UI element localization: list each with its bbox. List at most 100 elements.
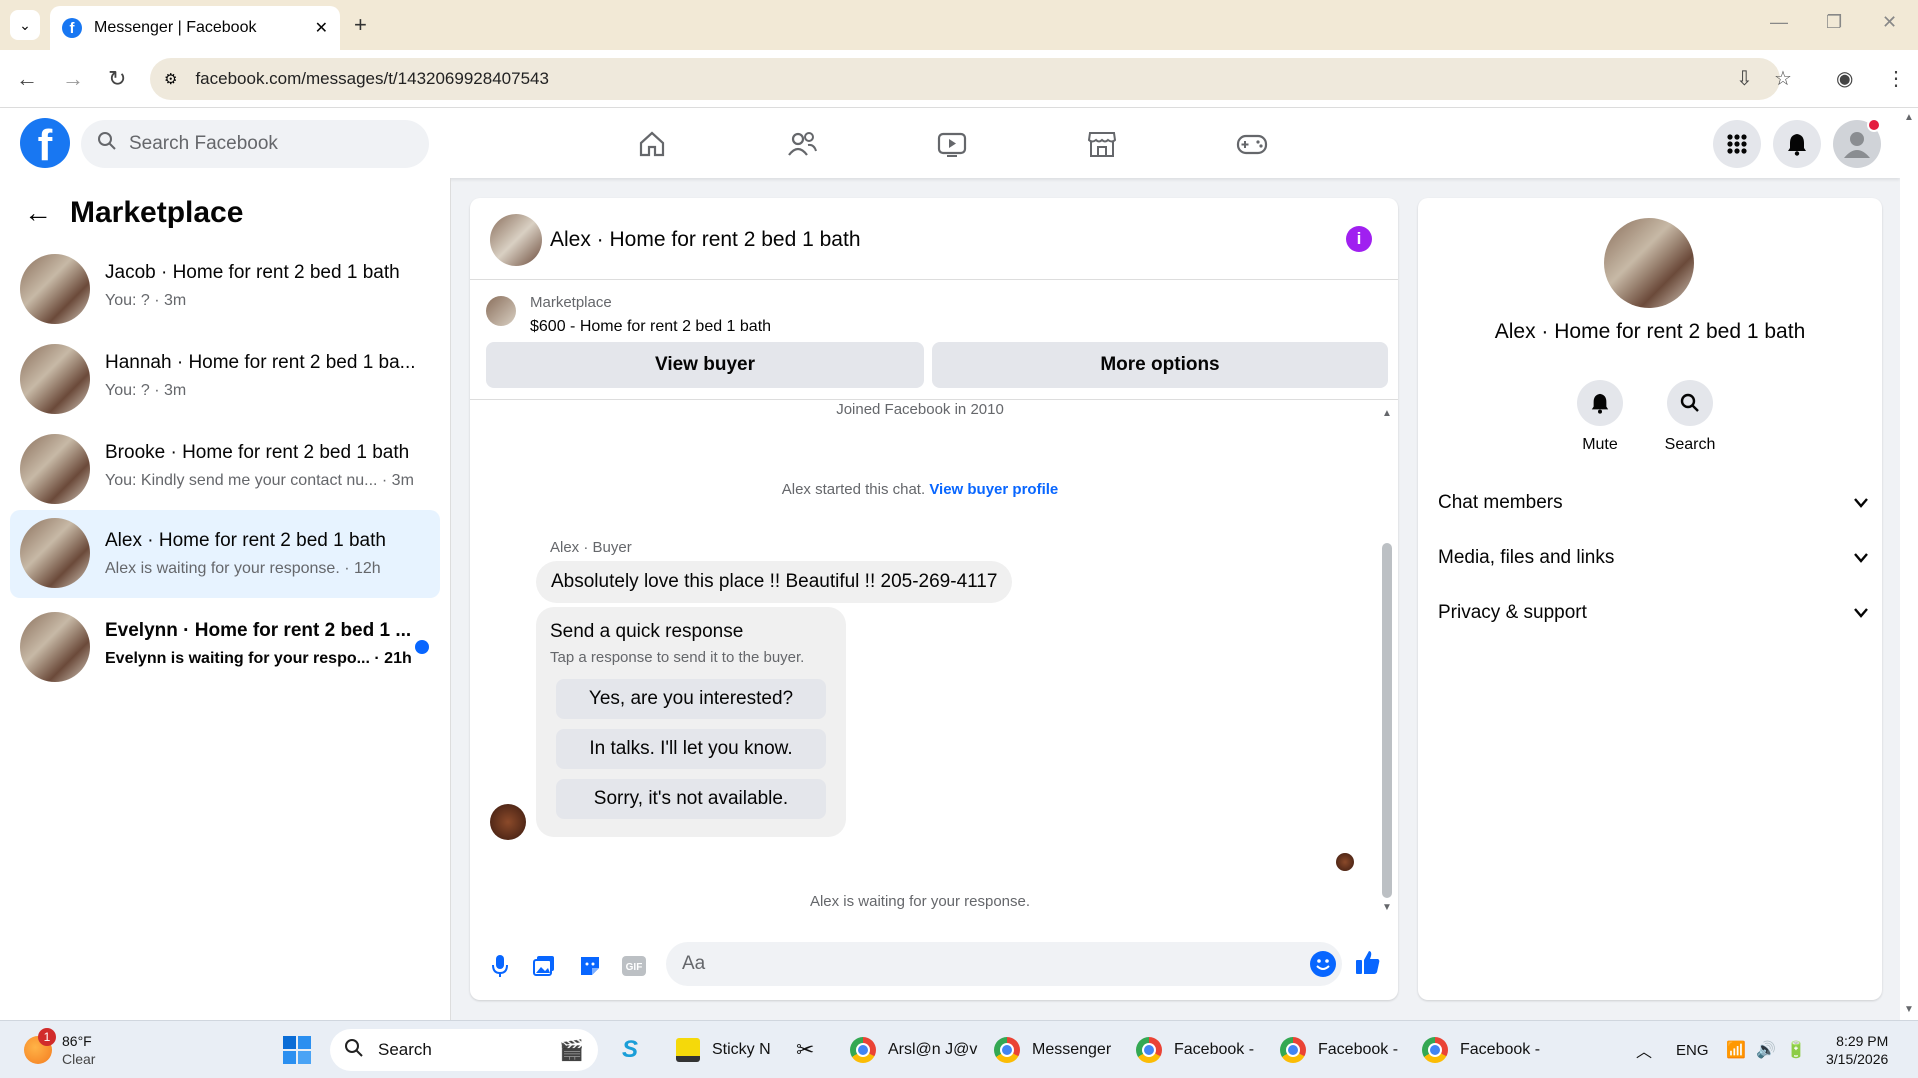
chevron-down-icon: ⌄ — [19, 16, 31, 33]
listing-avatar — [20, 434, 90, 504]
chevron-up-icon[interactable]: ︿ — [1636, 1029, 1652, 1071]
close-tab-icon[interactable]: ✕ — [315, 18, 328, 38]
quick-response-button[interactable]: In talks. I'll let you know. — [556, 729, 826, 769]
quick-response-subtitle: Tap a response to send it to the buyer. — [550, 649, 805, 666]
taskbar-app-label: Arsl@n J@v — [888, 1041, 978, 1058]
taskbar-app-sticky-notes[interactable]: Sticky N — [676, 1029, 771, 1071]
marketplace-label: Marketplace — [530, 294, 612, 311]
new-tab-button[interactable]: + — [354, 12, 367, 38]
microphone-icon[interactable] — [486, 952, 514, 980]
sticker-icon[interactable] — [576, 952, 604, 980]
conversation-name: Alex · Home for rent 2 bed 1 bath — [105, 530, 386, 551]
conversation-item[interactable]: Evelynn · Home for rent 2 bed 1 ... Evel… — [10, 602, 440, 690]
taskbar-app-facebook[interactable]: Facebook - — [1280, 1029, 1398, 1071]
conversation-item[interactable]: Jacob · Home for rent 2 bed 1 bath You: … — [10, 244, 440, 332]
close-window-button[interactable]: ✕ — [1882, 12, 1897, 33]
menu-grid-icon[interactable] — [1713, 120, 1761, 168]
snipping-tool-icon[interactable]: ✂ — [796, 1029, 814, 1071]
mute-action[interactable]: Mute — [1560, 380, 1640, 454]
chat-members-section[interactable]: Chat members — [1438, 492, 1868, 514]
thread-scrollbar[interactable]: ▲ ▼ — [1382, 408, 1392, 914]
scroll-down-icon[interactable]: ▼ — [1904, 1004, 1914, 1015]
bookmark-star-icon[interactable]: ☆ — [1774, 66, 1792, 91]
friends-icon[interactable] — [784, 128, 820, 160]
watch-video-icon[interactable] — [934, 128, 970, 160]
taskbar-app-facebook[interactable]: Facebook - — [1422, 1029, 1540, 1071]
search-icon[interactable] — [1667, 380, 1713, 426]
browser-menu-icon[interactable]: ⋮ — [1886, 66, 1906, 91]
emoji-icon[interactable] — [1310, 951, 1336, 977]
quick-response-button[interactable]: Sorry, it's not available. — [556, 779, 826, 819]
reload-button[interactable]: ↻ — [108, 66, 126, 92]
search-action[interactable]: Search — [1650, 380, 1730, 454]
account-avatar[interactable] — [1833, 118, 1881, 168]
facebook-favicon-icon: f — [62, 18, 82, 38]
message-input[interactable] — [666, 942, 1342, 986]
chrome-icon — [1136, 1037, 1162, 1063]
taskbar-app-facebook[interactable]: Facebook - — [1136, 1029, 1254, 1071]
message-composer: GIF — [470, 938, 1398, 998]
scroll-down-icon[interactable]: ▼ — [1382, 902, 1392, 913]
facebook-logo-icon[interactable]: f — [20, 118, 70, 168]
more-options-button[interactable]: More options — [932, 342, 1388, 388]
details-avatar[interactable] — [1604, 218, 1694, 308]
omnibox[interactable]: ⚙ facebook.com/messages/t/14320699284075… — [150, 58, 1780, 100]
site-info-icon[interactable]: ⚙ — [164, 70, 177, 88]
mute-label: Mute — [1582, 436, 1618, 453]
clock[interactable]: 8:29 PM 3/15/2026 — [1826, 1029, 1888, 1071]
home-icon[interactable] — [634, 128, 670, 160]
chat-title[interactable]: Alex · Home for rent 2 bed 1 bath — [550, 228, 861, 252]
listing-thumbnail[interactable] — [486, 296, 516, 326]
search-input[interactable]: Search Facebook — [129, 133, 278, 155]
facebook-search[interactable]: Search Facebook — [81, 120, 429, 168]
volume-icon[interactable]: 🔊 — [1756, 1029, 1776, 1071]
wifi-icon[interactable]: 📶 — [1726, 1029, 1746, 1071]
bell-icon[interactable] — [1577, 380, 1623, 426]
conversation-snippet: Alex is waiting for your response. · 12h — [105, 560, 381, 577]
thumbs-up-icon[interactable] — [1354, 948, 1382, 976]
restore-button[interactable]: ❐ — [1826, 12, 1842, 33]
weather-widget[interactable]: 1 86°F Clear — [24, 1028, 95, 1071]
install-app-icon[interactable]: ⇩ — [1736, 66, 1753, 91]
start-button[interactable] — [282, 1029, 312, 1071]
photo-icon[interactable] — [530, 952, 558, 980]
scroll-thumb[interactable] — [1382, 543, 1392, 898]
back-button[interactable]: ← — [16, 66, 38, 92]
minimize-button[interactable]: — — [1770, 12, 1788, 33]
scroll-up-icon[interactable]: ▲ — [1904, 112, 1914, 123]
view-buyer-button[interactable]: View buyer — [486, 342, 924, 388]
message-bubble[interactable]: Absolutely love this place !! Beautiful … — [536, 561, 1013, 603]
media-files-section[interactable]: Media, files and links — [1438, 547, 1868, 569]
surfshark-app-icon[interactable]: S — [622, 1029, 638, 1071]
gaming-icon[interactable] — [1234, 128, 1270, 160]
conversation-item[interactable]: Hannah · Home for rent 2 bed 1 ba... You… — [10, 334, 440, 422]
taskbar-app-messenger[interactable]: Messenger — [994, 1029, 1111, 1071]
info-icon[interactable]: i — [1346, 226, 1372, 252]
tab-search-button[interactable]: ⌄ — [10, 10, 40, 40]
view-buyer-profile-link[interactable]: View buyer profile — [929, 481, 1058, 498]
taskbar-app-chrome[interactable]: Arsl@n J@v — [850, 1029, 977, 1071]
language-indicator[interactable]: ENG — [1676, 1029, 1709, 1071]
quick-response-button[interactable]: Yes, are you interested? — [556, 679, 826, 719]
conversation-item[interactable]: Brooke · Home for rent 2 bed 1 bath You:… — [10, 424, 440, 512]
back-arrow-icon[interactable]: ← — [24, 197, 52, 229]
page-scrollbar[interactable]: ▲ ▼ — [1900, 108, 1918, 1020]
chat-avatar[interactable] — [490, 214, 542, 266]
marketplace-chat-list: ← Marketplace Jacob · Home for rent 2 be… — [0, 178, 451, 1020]
gif-icon[interactable]: GIF — [620, 952, 648, 980]
forward-button[interactable]: → — [62, 66, 84, 92]
weather-temp: 86°F — [62, 1033, 92, 1049]
marketplace-icon[interactable] — [1084, 128, 1120, 160]
conversation-item-selected[interactable]: Alex · Home for rent 2 bed 1 bath Alex i… — [10, 510, 440, 598]
chat-panel: Alex · Home for rent 2 bed 1 bath i Mark… — [470, 198, 1398, 1000]
scroll-up-icon[interactable]: ▲ — [1382, 408, 1392, 419]
profile-icon[interactable]: ◉ — [1836, 66, 1853, 91]
notifications-bell-icon[interactable] — [1773, 120, 1821, 168]
taskbar-search[interactable]: Search 🎬 — [330, 1029, 598, 1071]
url-text[interactable]: facebook.com/messages/t/1432069928407543 — [195, 69, 548, 89]
privacy-support-section[interactable]: Privacy & support — [1438, 602, 1868, 624]
taskbar-app-label: Sticky N — [712, 1041, 771, 1058]
browser-tab[interactable]: f Messenger | Facebook ✕ — [50, 6, 340, 50]
battery-icon[interactable]: 🔋 — [1786, 1029, 1806, 1071]
listing-title[interactable]: $600 - Home for rent 2 bed 1 bath — [530, 318, 771, 336]
